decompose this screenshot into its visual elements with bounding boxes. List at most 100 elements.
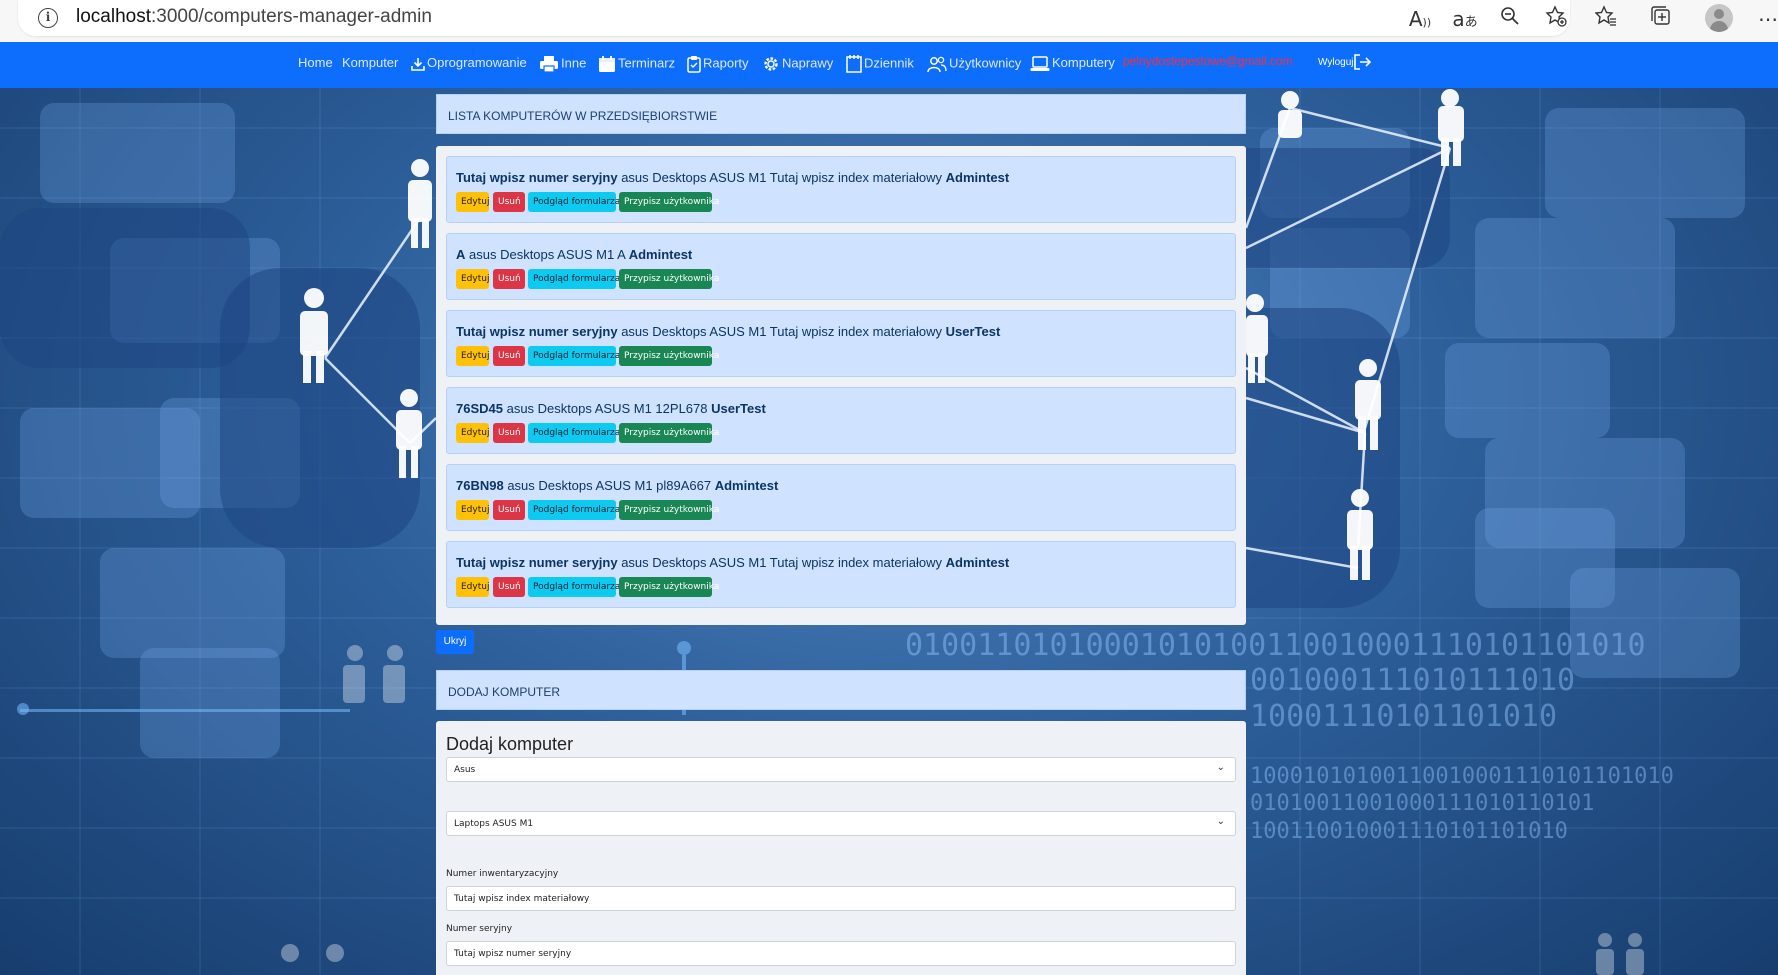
delete-button[interactable]: Usuń: [493, 423, 525, 443]
svg-text:100110010001110101101010: 100110010001110101101010: [1250, 819, 1568, 844]
chevron-down-icon: ⌄: [1216, 816, 1225, 827]
nav-naprawy-label: Naprawy: [782, 55, 834, 71]
form-title: Dodaj komputer: [446, 734, 574, 754]
nav-uzytkownicy[interactable]: Użytkownicy: [927, 55, 1021, 73]
view-form-button[interactable]: Podgląd formularza: [528, 192, 620, 212]
serial-number-label: Numer seryjny: [446, 924, 513, 934]
serial-number-input[interactable]: Tutaj wpisz numer seryjny: [446, 941, 1236, 966]
model-select-value: Laptops ASUS M1: [454, 819, 534, 829]
svg-text:010011010100010101001100100011: 0100110101000101010011001000111010110101…: [905, 628, 1646, 663]
svg-text:001000111010111010: 001000111010111010: [1250, 663, 1575, 698]
download-icon: [411, 57, 425, 71]
edit-button[interactable]: Edytuj: [456, 500, 489, 520]
nav-raporty[interactable]: Raporty: [687, 55, 749, 73]
nav-terminarz-label: Terminarz: [618, 55, 676, 71]
more-menu-icon[interactable]: ⋯: [1758, 5, 1778, 33]
edit-button[interactable]: Edytuj: [456, 423, 489, 443]
logout-button[interactable]: Wyloguj: [1318, 57, 1353, 68]
nav-komputer[interactable]: Komputer: [342, 55, 398, 70]
delete-button[interactable]: Usuń: [493, 500, 525, 520]
view-form-button[interactable]: Podgląd formularza: [528, 269, 620, 289]
delete-button[interactable]: Usuń: [493, 577, 525, 597]
computer-user: Admintest: [628, 247, 693, 262]
brand-select[interactable]: Asus ⌄: [446, 757, 1236, 782]
collections-icon[interactable]: [1647, 5, 1675, 33]
computer-user: UserTest: [945, 324, 1001, 339]
computer-user: Admintest: [945, 170, 1010, 185]
nav-oprogramowanie[interactable]: Oprogramowanie: [411, 55, 527, 71]
assign-user-button[interactable]: Przypisz użytkownika: [619, 192, 719, 212]
model-select[interactable]: Laptops ASUS M1 ⌄: [446, 811, 1236, 836]
nav-terminarz[interactable]: Terminarz: [598, 55, 675, 73]
zoom-out-icon[interactable]: [1496, 5, 1524, 33]
computer-list-item: A asus Desktops ASUS M1 A Admintest Edyt…: [446, 233, 1236, 300]
computer-list-item: Tutaj wpisz numer seryjny asus Desktops …: [446, 310, 1236, 377]
computer-list-item: 76SD45 asus Desktops ASUS M1 12PL678 Use…: [446, 387, 1236, 454]
computer-info: A asus Desktops ASUS M1 A Admintest: [456, 247, 692, 262]
view-form-button[interactable]: Podgląd formularza: [528, 423, 620, 443]
nav-dziennik[interactable]: Dziennik: [846, 55, 914, 73]
svg-text:01010011001000111010110101: 01010011001000111010110101: [1250, 791, 1594, 816]
address-bar[interactable]: i localhost:3000/computers-manager-admin…: [18, 0, 1570, 36]
add-computer-form: Dodaj komputer Asus ⌄ Laptops ASUS M1 ⌄ …: [436, 721, 1246, 975]
view-form-button[interactable]: Podgląd formularza: [528, 500, 620, 520]
computer-info: Tutaj wpisz numer seryjny asus Desktops …: [456, 324, 1000, 339]
computer-serial: Tutaj wpisz numer seryjny: [456, 170, 618, 185]
edit-button[interactable]: Edytuj: [456, 577, 489, 597]
site-info-icon[interactable]: i: [38, 8, 58, 28]
delete-button[interactable]: Usuń: [493, 346, 525, 366]
delete-button[interactable]: Usuń: [493, 192, 525, 212]
assign-user-button[interactable]: Przypisz użytkownika: [619, 577, 719, 597]
profile-avatar[interactable]: [1705, 4, 1733, 32]
favorites-icon[interactable]: [1592, 5, 1620, 33]
computer-serial: 76SD45: [456, 401, 503, 416]
nav-komputer-label: Komputer: [342, 55, 399, 70]
nav-inne[interactable]: Inne: [539, 55, 586, 73]
computer-serial: Tutaj wpisz numer seryjny: [456, 324, 618, 339]
computer-description: asus Desktops ASUS M1 Tutaj wpisz index …: [617, 170, 946, 185]
journal-icon: [846, 55, 862, 73]
url-host: localhost: [76, 6, 151, 27]
computer-user: UserTest: [711, 401, 766, 416]
serial-number-value: Tutaj wpisz numer seryjny: [454, 949, 572, 959]
browser-toolbar: i localhost:3000/computers-manager-admin…: [0, 0, 1778, 42]
add-favorite-icon[interactable]: [1542, 5, 1570, 33]
url-path: :3000/computers-manager-admin: [151, 6, 432, 27]
inventory-number-value: Tutaj wpisz index materiałowy: [454, 894, 590, 904]
nav-komputery[interactable]: Komputery: [1030, 55, 1115, 72]
translate-icon[interactable]: aあ: [1451, 5, 1479, 33]
add-computer-header: DODAJ KOMPUTER: [436, 670, 1246, 710]
inventory-number-label: Numer inwentaryzacyjny: [446, 869, 559, 879]
url-text[interactable]: localhost:3000/computers-manager-admin: [76, 6, 432, 28]
logout-icon[interactable]: [1352, 52, 1372, 72]
inventory-number-input[interactable]: Tutaj wpisz index materiałowy: [446, 886, 1236, 911]
hide-list-button[interactable]: Ukryj: [436, 630, 474, 654]
read-aloud-icon[interactable]: A)): [1406, 5, 1434, 33]
nav-home-label: Home: [298, 55, 333, 70]
clipboard-icon: [687, 56, 701, 73]
computer-serial: A: [456, 247, 466, 262]
assign-user-button[interactable]: Przypisz użytkownika: [619, 500, 719, 520]
computer-info: Tutaj wpisz numer seryjny asus Desktops …: [456, 555, 1009, 570]
view-form-button[interactable]: Podgląd formularza: [528, 577, 620, 597]
edit-button[interactable]: Edytuj: [456, 346, 489, 366]
computer-info: 76SD45 asus Desktops ASUS M1 12PL678 Use…: [456, 401, 766, 416]
computer-list-item: Tutaj wpisz numer seryjny asus Desktops …: [446, 156, 1236, 223]
assign-user-button[interactable]: Przypisz użytkownika: [619, 423, 719, 443]
edit-button[interactable]: Edytuj: [456, 269, 489, 289]
gear-icon: [764, 57, 778, 71]
nav-inne-label: Inne: [561, 55, 587, 71]
assign-user-button[interactable]: Przypisz użytkownika: [619, 269, 719, 289]
svg-text:100010101001100100011101011010: 10001010100110010001110101101010: [1250, 764, 1674, 789]
computer-description: asus Desktops ASUS M1 A: [465, 247, 629, 262]
view-form-button[interactable]: Podgląd formularza: [528, 346, 620, 366]
nav-uzytkownicy-label: Użytkownicy: [949, 55, 1022, 71]
computer-list-item: Tutaj wpisz numer seryjny asus Desktops …: [446, 541, 1236, 608]
app-navbar: Home Komputer Oprogramowanie Inne Termin…: [0, 42, 1778, 88]
assign-user-button[interactable]: Przypisz użytkownika: [619, 346, 719, 366]
edit-button[interactable]: Edytuj: [456, 192, 489, 212]
delete-button[interactable]: Usuń: [493, 269, 525, 289]
nav-home[interactable]: Home: [298, 55, 333, 70]
computer-user: Admintest: [714, 478, 779, 493]
nav-naprawy[interactable]: Naprawy: [762, 55, 833, 73]
